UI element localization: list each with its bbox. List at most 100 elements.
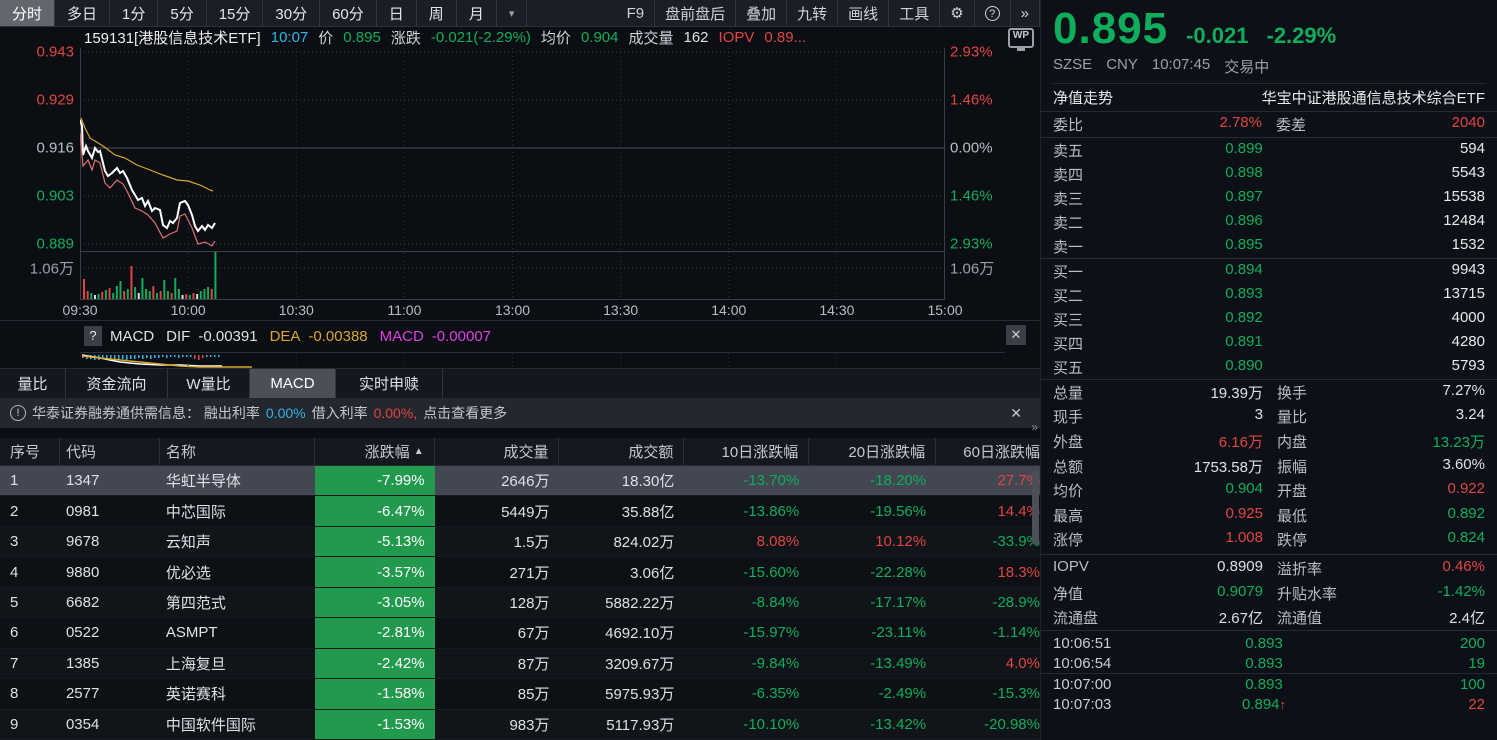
trade-tick-row: 10:07:030.894↑22 — [1041, 694, 1497, 714]
table-row[interactable]: 39678云知声-5.13%1.5万824.02万8.08%10.12%-33.… — [0, 527, 1040, 557]
button-pre-post-market[interactable]: 盘前盘后 — [655, 0, 736, 26]
cell-volume: 85万 — [435, 679, 560, 708]
ask-level-row[interactable]: 卖一0.8951532 — [1041, 234, 1497, 258]
table-row[interactable]: 71385上海复旦-2.42%87万3209.67万-9.84%-13.49%4… — [0, 649, 1040, 679]
time-tick-label: 11:00 — [387, 302, 421, 318]
bid-price: 0.892 — [1123, 309, 1365, 330]
tab-15min[interactable]: 15分 — [207, 0, 264, 26]
col-header-5[interactable]: 成交额 — [559, 438, 684, 465]
button-f9[interactable]: F9 — [617, 0, 656, 26]
cell-index: 2 — [0, 496, 60, 525]
tab-month[interactable]: 月 — [457, 0, 497, 26]
y-axis-label-left: 0.889 — [0, 236, 74, 253]
volume-bar — [87, 291, 89, 299]
table-row[interactable]: 49880优必选-3.57%271万3.06亿-15.60%-22.28%18.… — [0, 557, 1040, 587]
cell-name: 中国软件国际 — [160, 710, 315, 739]
ask-level-row[interactable]: 卖二0.89612484 — [1041, 210, 1497, 234]
bid-level-row[interactable]: 买二0.89313715 — [1041, 283, 1497, 307]
toolbar-expand-icon[interactable]: » — [1011, 0, 1040, 26]
macd-value-label: MACD — [380, 328, 424, 345]
trade-tick-list: 10:06:510.89320010:06:540.8931910:07:000… — [1041, 631, 1497, 740]
cell-amount: 824.02万 — [559, 527, 684, 556]
table-scrollbar[interactable] — [1032, 470, 1039, 545]
tab-30min[interactable]: 30分 — [263, 0, 320, 26]
button-tools[interactable]: 工具 — [889, 0, 940, 26]
button-nine-turn[interactable]: 九转 — [787, 0, 838, 26]
tab-w-volume-ratio[interactable]: W量比 — [168, 369, 250, 398]
ask-level-row[interactable]: 卖四0.8985543 — [1041, 162, 1497, 186]
macd-help-icon[interactable]: ? — [84, 326, 102, 346]
table-row[interactable]: 60522ASMPT-2.81%67万4692.10万-15.97%-23.11… — [0, 618, 1040, 648]
settings-gear-icon[interactable]: ⚙ — [940, 0, 974, 26]
change-label: 涨跌 — [391, 27, 421, 48]
notice-more-link[interactable]: 点击查看更多 — [423, 403, 507, 423]
tab-1min[interactable]: 1分 — [110, 0, 158, 26]
macd-histogram-bar — [158, 355, 160, 358]
volume-plot — [80, 252, 945, 300]
tab-60min[interactable]: 60分 — [320, 0, 377, 26]
nav-trend-label[interactable]: 净值走势 — [1053, 87, 1113, 108]
bid-level-row[interactable]: 买三0.8924000 — [1041, 307, 1497, 331]
wp-monitor-icon[interactable]: WP — [1008, 28, 1034, 48]
col-header-3[interactable]: 涨跌幅▲ — [315, 438, 435, 465]
col-header-2[interactable]: 名称 — [160, 438, 315, 465]
table-row[interactable]: 82577英诺赛科-1.58%85万5975.93万-6.35%-2.49%-1… — [0, 679, 1040, 709]
stat-label: 净值 — [1053, 583, 1139, 604]
cell-index: 7 — [0, 649, 60, 678]
table-row[interactable]: 56682第四范式-3.05%128万5882.22万-8.84%-17.17%… — [0, 588, 1040, 618]
ask-level-row[interactable]: 卖三0.89715538 — [1041, 186, 1497, 210]
stat-value: 0.892 — [1361, 505, 1485, 526]
tab-realtime-creation[interactable]: 实时申赎 — [336, 369, 443, 398]
tab-money-flow[interactable]: 资金流向 — [66, 369, 168, 398]
stat-label: 流通值 — [1275, 607, 1361, 628]
bid-level-label: 买四 — [1053, 333, 1123, 354]
button-draw-line[interactable]: 画线 — [838, 0, 889, 26]
macd-close-icon[interactable]: ✕ — [1006, 325, 1026, 345]
col-header-8[interactable]: 60日涨跌幅 — [936, 438, 1040, 465]
notice-close-icon[interactable]: ✕ — [1010, 405, 1022, 422]
cell-change-pct: -6.47% — [315, 496, 435, 525]
col-header-4[interactable]: 成交量 — [435, 438, 560, 465]
weicha-label: 委差 — [1276, 114, 1306, 135]
cell-10d-change: 8.08% — [684, 527, 809, 556]
collapse-chevron-icon[interactable]: » — [1031, 420, 1038, 434]
col-header-0[interactable]: 序号 — [0, 438, 60, 465]
col-header-1[interactable]: 代码 — [60, 438, 160, 465]
tab-week[interactable]: 周 — [417, 0, 457, 26]
help-icon[interactable]: ? — [975, 0, 1011, 26]
macd-histogram-bar — [146, 355, 148, 358]
table-row[interactable]: 11347华虹半导体-7.99%2646万18.30亿-13.70%-18.20… — [0, 466, 1040, 496]
tab-multiday[interactable]: 多日 — [55, 0, 110, 26]
cell-code: 6682 — [60, 588, 160, 617]
bid-level-row[interactable]: 买一0.8949943 — [1041, 258, 1497, 283]
cell-name: 云知声 — [160, 527, 315, 556]
table-header-row: 序号代码名称涨跌幅▲成交量成交额10日涨跌幅20日涨跌幅60日涨跌幅 — [0, 438, 1040, 466]
cell-20d-change: -19.56% — [809, 496, 936, 525]
col-header-7[interactable]: 20日涨跌幅 — [809, 438, 936, 465]
col-header-6[interactable]: 10日涨跌幅 — [684, 438, 809, 465]
tab-macd[interactable]: MACD — [250, 369, 336, 398]
volume-bar — [101, 292, 103, 299]
bid-level-row[interactable]: 买四0.8914280 — [1041, 331, 1497, 355]
button-overlay[interactable]: 叠加 — [736, 0, 787, 26]
stat-value: 0.925 — [1139, 505, 1275, 526]
period-dropdown-icon[interactable]: ▾ — [497, 0, 528, 26]
tab-timeshare[interactable]: 分时 — [0, 0, 55, 26]
volume-bar — [94, 295, 96, 299]
time-tick-label: 13:00 — [495, 302, 530, 318]
tab-5min[interactable]: 5分 — [158, 0, 206, 26]
table-row[interactable]: 90354中国软件国际-1.53%983万5117.93万-10.10%-13.… — [0, 710, 1040, 740]
tab-volume-ratio[interactable]: 量比 — [0, 369, 66, 398]
bid-level-label: 买二 — [1053, 285, 1123, 306]
cell-20d-change: -23.11% — [809, 618, 936, 647]
volume-bar — [167, 291, 169, 299]
cell-20d-change: -17.17% — [809, 588, 936, 617]
table-row[interactable]: 20981中芯国际-6.47%5449万35.88亿-13.86%-19.56%… — [0, 496, 1040, 526]
tab-day[interactable]: 日 — [377, 0, 417, 26]
cell-60d-change: -28.9% — [936, 588, 1040, 617]
bid-level-row[interactable]: 买五0.8905793 — [1041, 355, 1497, 379]
ask-level-row[interactable]: 卖五0.899594 — [1041, 138, 1497, 162]
cell-volume: 983万 — [435, 710, 560, 739]
ask-price: 0.898 — [1123, 164, 1365, 185]
macd-histogram-bar — [154, 355, 156, 358]
